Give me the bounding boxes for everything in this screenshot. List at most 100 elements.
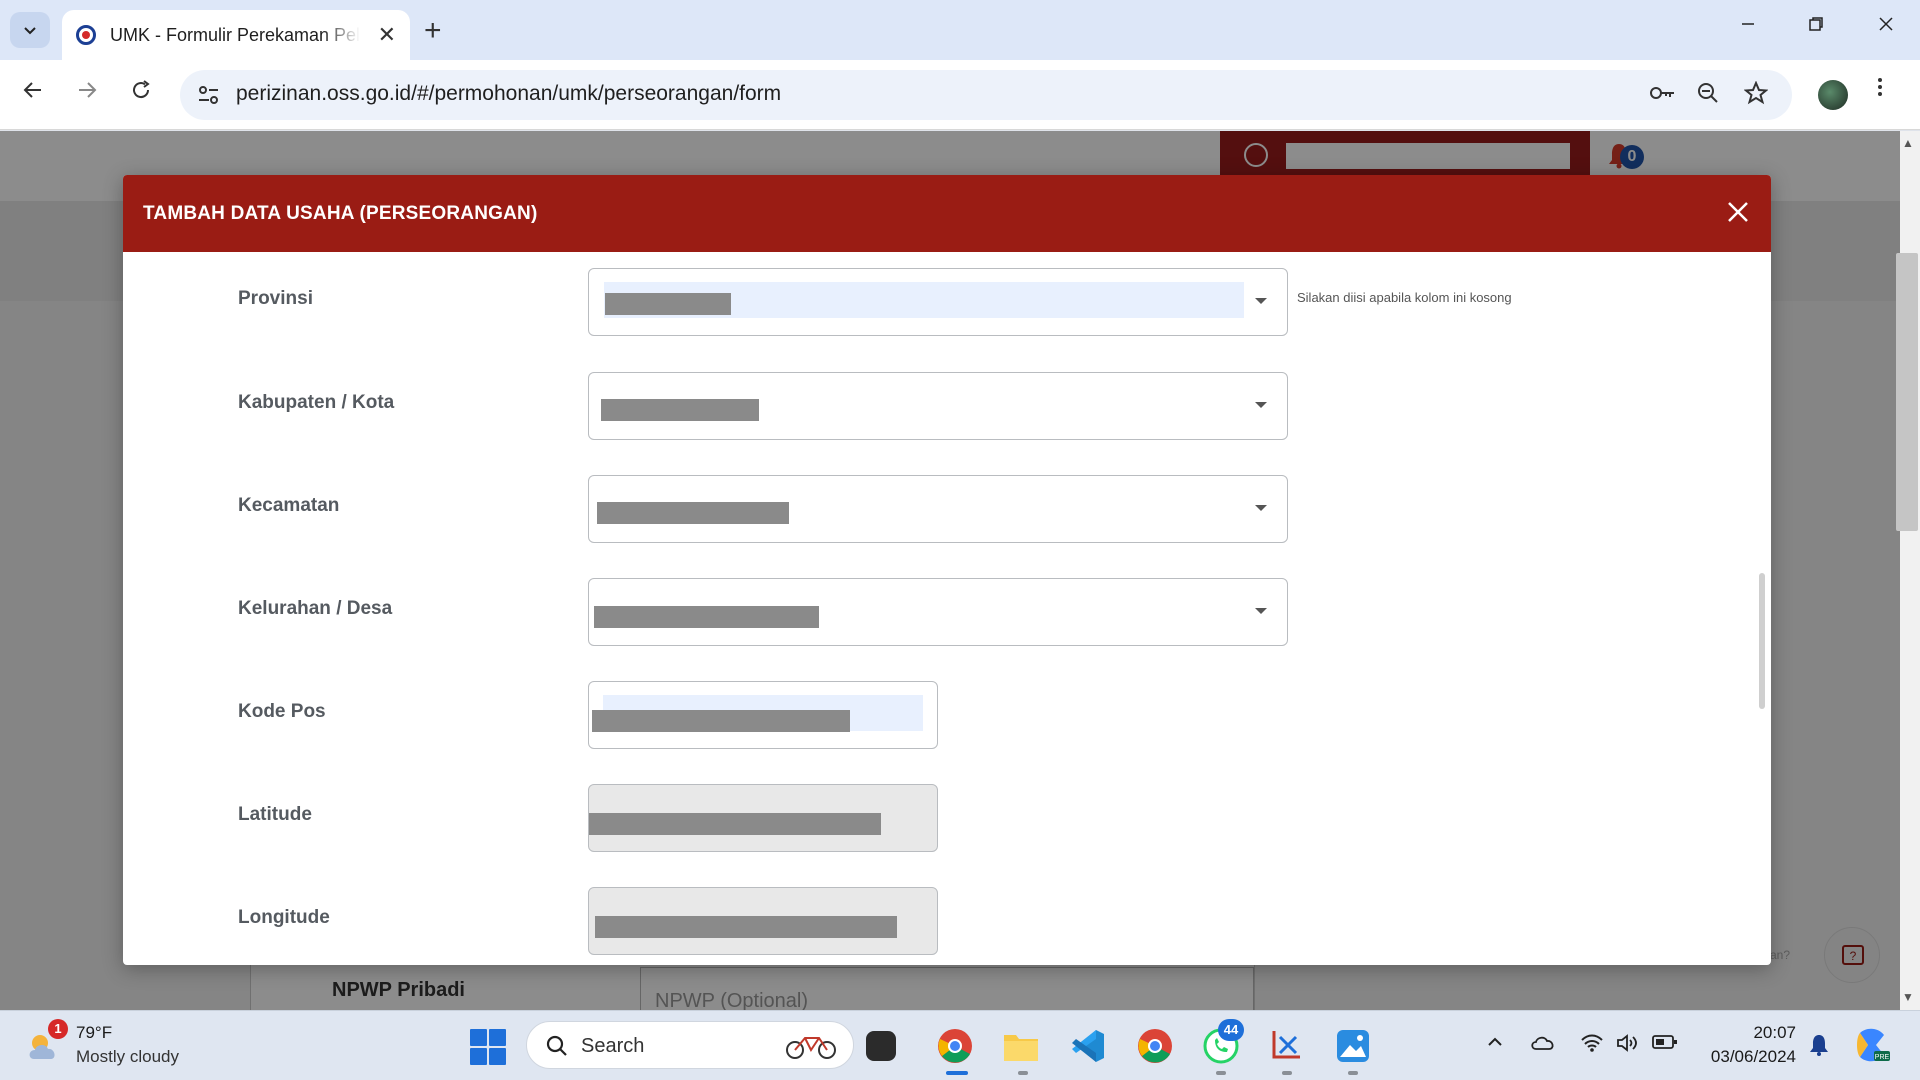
- arrow-right-icon: [79, 82, 97, 98]
- key-icon: [1650, 87, 1674, 99]
- kodepos-value-redacted: [592, 710, 850, 732]
- profile-avatar[interactable]: [1818, 80, 1848, 110]
- modal-title: TAMBAH DATA USAHA (PERSEORANGAN): [143, 203, 538, 224]
- battery-icon[interactable]: [1652, 1033, 1678, 1057]
- copilot-icon[interactable]: PRE: [1852, 1025, 1892, 1071]
- scroll-down-arrow-icon[interactable]: ▼: [1902, 990, 1914, 1004]
- forward-button[interactable]: [70, 78, 104, 109]
- minimize-button[interactable]: [1728, 12, 1768, 38]
- tab-search-button[interactable]: [10, 12, 50, 48]
- new-tab-button[interactable]: +: [424, 14, 442, 48]
- caret-down-icon: [1255, 505, 1267, 511]
- form-row-kecamatan: Kecamatan: [123, 475, 1771, 545]
- field-label-kelurahan: Kelurahan / Desa: [238, 598, 393, 619]
- onedrive-cloud-icon[interactable]: [1530, 1033, 1556, 1057]
- page-scrollbar-thumb[interactable]: [1896, 253, 1918, 531]
- close-icon: [1879, 17, 1893, 31]
- zoom-button[interactable]: [1696, 81, 1720, 112]
- browser-toolbar: perizinan.oss.go.id/#/permohonan/umk/per…: [0, 60, 1920, 130]
- restore-icon: [1809, 17, 1823, 31]
- address-bar[interactable]: perizinan.oss.go.id/#/permohonan/umk/per…: [180, 70, 1792, 120]
- explorer-indicator: [1018, 1071, 1028, 1075]
- add-business-modal: TAMBAH DATA USAHA (PERSEORANGAN) Provins…: [123, 175, 1771, 965]
- form-row-longitude: Longitude: [123, 887, 1771, 957]
- restore-button[interactable]: [1796, 12, 1836, 38]
- snipping-indicator: [1282, 1071, 1292, 1075]
- star-icon: [1743, 80, 1769, 105]
- site-settings-icon[interactable]: [196, 83, 222, 107]
- back-button[interactable]: [16, 78, 50, 109]
- photos-indicator: [1348, 1071, 1358, 1075]
- longitude-input: [588, 887, 938, 955]
- notification-bell-icon[interactable]: [1808, 1033, 1830, 1063]
- form-row-kabupaten: Kabupaten / Kota: [123, 372, 1771, 442]
- weather-temperature[interactable]: 79°F: [76, 1023, 112, 1043]
- chrome-app-icon[interactable]: [934, 1025, 976, 1067]
- field-label-provinsi: Provinsi: [238, 288, 313, 309]
- kelurahan-select[interactable]: [588, 578, 1288, 646]
- close-window-button[interactable]: [1866, 12, 1906, 38]
- kecamatan-value-redacted: [597, 502, 789, 524]
- caret-down-icon: [1255, 608, 1267, 614]
- password-key-button[interactable]: [1648, 81, 1676, 112]
- reload-button[interactable]: [124, 78, 158, 109]
- kabupaten-select[interactable]: [588, 372, 1288, 440]
- snipping-tool-icon[interactable]: [1266, 1025, 1308, 1067]
- provinsi-value-redacted: [605, 293, 731, 315]
- provinsi-select[interactable]: [588, 268, 1288, 336]
- clock-date[interactable]: 03/06/2024: [1700, 1047, 1796, 1067]
- form-row-kelurahan: Kelurahan / Desa: [123, 578, 1771, 648]
- file-explorer-icon[interactable]: [1000, 1025, 1042, 1067]
- bookmark-button[interactable]: [1743, 80, 1769, 112]
- field-label-longitude: Longitude: [238, 907, 330, 928]
- modal-close-button[interactable]: [1723, 197, 1753, 227]
- show-hidden-icons-chevron-up-icon[interactable]: [1486, 1033, 1504, 1057]
- field-label-kabupaten: Kabupaten / Kota: [238, 392, 395, 413]
- close-icon: [1728, 202, 1748, 222]
- kelurahan-value-redacted: [594, 606, 819, 628]
- oss-favicon-icon: [76, 25, 96, 45]
- tab-title: UMK - Formulir Perekaman Pelaku: [110, 24, 360, 45]
- longitude-value-redacted: [595, 916, 897, 938]
- clock-time[interactable]: 20:07: [1752, 1023, 1796, 1043]
- weather-alert-badge: 1: [48, 1019, 68, 1039]
- browser-menu-button[interactable]: [1876, 74, 1884, 106]
- task-view-icon[interactable]: [866, 1031, 896, 1061]
- reload-icon: [133, 80, 150, 99]
- browser-tab-active[interactable]: UMK - Formulir Perekaman Pelaku ✕: [62, 10, 410, 60]
- svg-text:PRE: PRE: [1875, 1054, 1890, 1061]
- windows-start-icon[interactable]: [470, 1029, 506, 1065]
- wifi-icon[interactable]: [1580, 1033, 1604, 1059]
- latitude-value-redacted: [589, 813, 881, 835]
- zoom-out-icon: [1698, 83, 1718, 103]
- vscode-icon[interactable]: [1066, 1025, 1108, 1067]
- taskbar-search[interactable]: Search: [526, 1021, 854, 1069]
- minimize-icon: [1742, 23, 1754, 25]
- form-row-provinsi: Provinsi Silakan diisi apabila kolom ini…: [123, 268, 1771, 338]
- kodepos-input[interactable]: [588, 681, 938, 749]
- close-tab-icon[interactable]: ✕: [378, 22, 396, 48]
- browser-tab-bar: UMK - Formulir Perekaman Pelaku ✕ +: [0, 0, 1920, 60]
- volume-icon[interactable]: [1616, 1033, 1640, 1059]
- photos-app-icon[interactable]: [1332, 1025, 1374, 1067]
- more-vertical-icon: [1878, 78, 1882, 96]
- chrome-active-indicator: [946, 1071, 968, 1075]
- form-row-kodepos: Kode Pos: [123, 681, 1771, 751]
- arrow-left-icon: [23, 82, 41, 98]
- whatsapp-indicator: [1216, 1071, 1226, 1075]
- bicycle-icon: [786, 1037, 836, 1059]
- kabupaten-value-redacted: [601, 399, 759, 421]
- latitude-input: [588, 784, 938, 852]
- search-label: Search: [581, 1035, 645, 1057]
- url-text[interactable]: perizinan.oss.go.id/#/permohonan/umk/per…: [236, 82, 781, 106]
- scroll-up-arrow-icon[interactable]: ▲: [1902, 136, 1914, 150]
- windows-taskbar: 1 79°F Mostly cloudy Search 44 20:07 03/…: [0, 1010, 1920, 1080]
- field-hint: Silakan diisi apabila kolom ini kosong: [1297, 290, 1512, 305]
- kecamatan-select[interactable]: [588, 475, 1288, 543]
- modal-scrollbar[interactable]: [1759, 573, 1765, 709]
- weather-description[interactable]: Mostly cloudy: [76, 1047, 179, 1067]
- field-label-kecamatan: Kecamatan: [238, 495, 340, 516]
- field-label-latitude: Latitude: [238, 804, 312, 825]
- chrome-profile-app-icon[interactable]: [1134, 1025, 1176, 1067]
- whatsapp-badge: 44: [1218, 1019, 1244, 1041]
